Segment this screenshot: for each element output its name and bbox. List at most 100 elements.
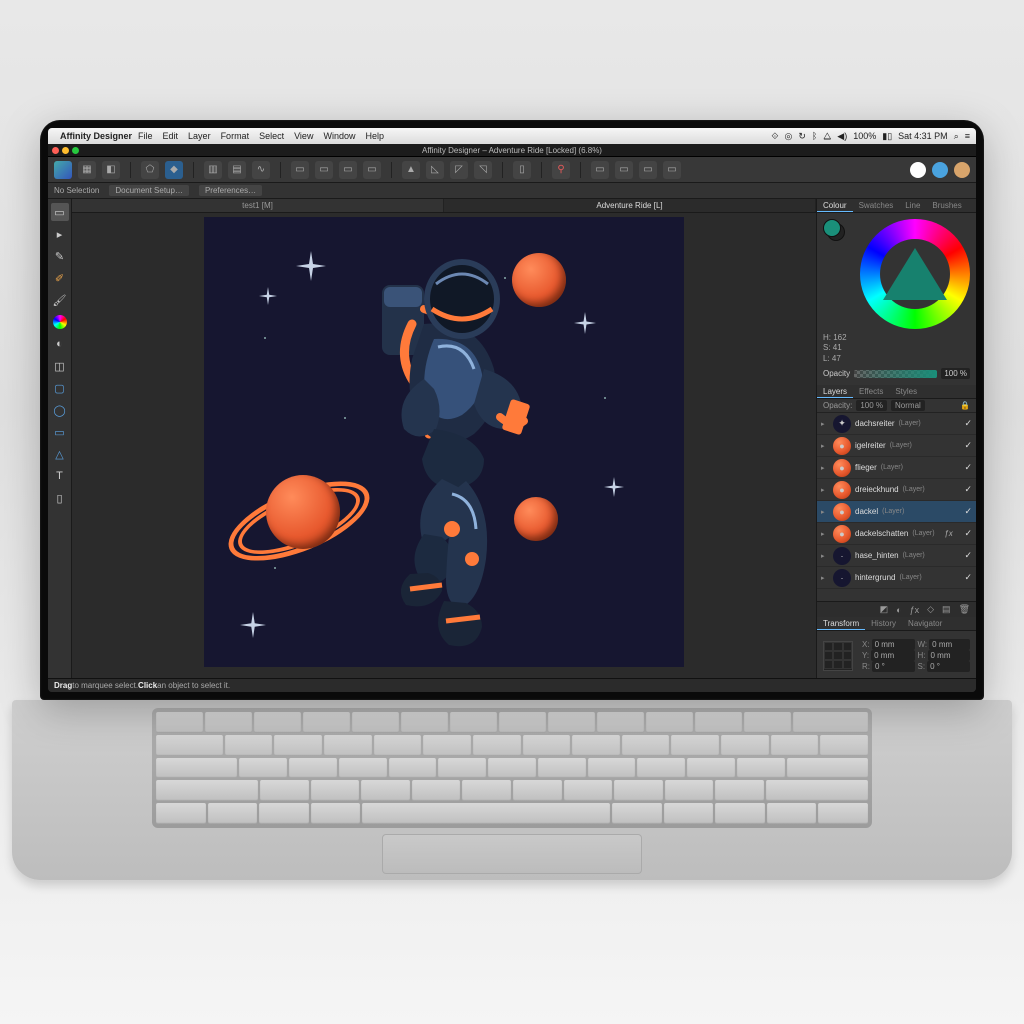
menu-window[interactable]: Window <box>323 131 355 141</box>
rounded-rect-tool[interactable]: ▭ <box>51 423 69 441</box>
snapping-icon[interactable]: ⚲ <box>552 161 570 179</box>
disclose-icon[interactable]: ▸ <box>821 530 829 538</box>
astronaut-artwork[interactable] <box>324 229 574 659</box>
persona-pixel-icon[interactable]: ◧ <box>102 161 120 179</box>
notifications-icon[interactable]: ≡ <box>965 131 970 141</box>
artboard-tool[interactable]: ▸ <box>51 225 69 243</box>
view-mode-3-icon[interactable] <box>954 162 970 178</box>
delete-layer-icon[interactable]: 🗑 <box>959 604 970 615</box>
arrange-2-icon[interactable]: ▭ <box>315 161 333 179</box>
boolean-add-icon[interactable]: ▲ <box>402 161 420 179</box>
frame-text-tool[interactable]: ▯ <box>51 489 69 507</box>
view-mode-2-icon[interactable] <box>932 162 948 178</box>
transform-h[interactable]: 0 mm <box>928 650 971 661</box>
boolean-xor-icon[interactable]: ◹ <box>474 161 492 179</box>
transform-s[interactable]: 0 ° <box>927 661 970 672</box>
tab-effects[interactable]: Effects <box>853 385 889 398</box>
menu-format[interactable]: Format <box>221 131 250 141</box>
transform-w[interactable]: 0 mm <box>929 639 970 650</box>
layer-visibility-check[interactable]: ✓ <box>964 528 972 539</box>
menu-select[interactable]: Select <box>259 131 284 141</box>
fx-icon[interactable]: ƒx <box>910 605 920 615</box>
app-menu[interactable]: Affinity Designer <box>60 131 132 141</box>
colour-wheel[interactable] <box>860 219 970 329</box>
layer-opacity-field[interactable]: 100 % <box>856 400 887 411</box>
layer-row[interactable]: ▸●dackelschatten (Layer)ƒx✓ <box>817 523 976 545</box>
disclose-icon[interactable]: ▸ <box>821 420 829 428</box>
disclose-icon[interactable]: ▸ <box>821 464 829 472</box>
layer-row[interactable]: ▸●igelreiter (Layer)✓ <box>817 435 976 457</box>
tab-layers[interactable]: Layers <box>817 385 853 398</box>
move-tool[interactable]: ▭ <box>51 203 69 221</box>
layer-row[interactable]: ▸·hintergrund (Layer)✓ <box>817 567 976 589</box>
order-backward-icon[interactable]: ▭ <box>615 161 633 179</box>
menu-layer[interactable]: Layer <box>188 131 211 141</box>
add-layer-icon[interactable]: ▤ <box>942 604 951 615</box>
tab-line[interactable]: Line <box>899 199 926 212</box>
tag-icon[interactable]: ◇ <box>927 604 934 615</box>
battery-percent[interactable]: 100% <box>853 131 876 141</box>
spotlight-icon[interactable]: ⌕ <box>954 131 959 142</box>
fill-stroke-swatch[interactable] <box>823 219 845 241</box>
layer-visibility-check[interactable]: ✓ <box>964 506 972 517</box>
close-window-button[interactable] <box>52 147 59 154</box>
sync-icon[interactable]: ↻ <box>798 131 806 142</box>
tab-styles[interactable]: Styles <box>889 385 923 398</box>
tab-swatches[interactable]: Swatches <box>853 199 900 212</box>
layer-row[interactable]: ▸✦dachsreiter (Layer)✓ <box>817 413 976 435</box>
layer-visibility-check[interactable]: ✓ <box>964 462 972 473</box>
pen-tool[interactable]: ✎ <box>51 247 69 265</box>
menu-view[interactable]: View <box>294 131 313 141</box>
layer-visibility-check[interactable]: ✓ <box>964 484 972 495</box>
order-back-icon[interactable]: ▭ <box>591 161 609 179</box>
artboard[interactable] <box>204 217 684 667</box>
lock-icon[interactable]: 🔒 <box>960 401 970 410</box>
layer-row[interactable]: ▸●flieger (Layer)✓ <box>817 457 976 479</box>
tab-brushes[interactable]: Brushes <box>926 199 967 212</box>
arrange-1-icon[interactable]: ▭ <box>291 161 309 179</box>
text-tool[interactable]: T <box>51 467 69 485</box>
layer-row[interactable]: ▸·hase_hinten (Layer)✓ <box>817 545 976 567</box>
order-front-icon[interactable]: ▭ <box>663 161 681 179</box>
disclose-icon[interactable]: ▸ <box>821 486 829 494</box>
rectangle-tool[interactable]: ▢ <box>51 379 69 397</box>
opacity-value[interactable]: 100 % <box>941 368 970 379</box>
opacity-slider[interactable] <box>854 370 937 378</box>
layer-visibility-check[interactable]: ✓ <box>964 418 972 429</box>
disclose-icon[interactable]: ▸ <box>821 508 829 516</box>
pencil-tool[interactable]: ✐ <box>51 269 69 287</box>
disclose-icon[interactable]: ▸ <box>821 552 829 560</box>
align-left-icon[interactable]: ▥ <box>204 161 222 179</box>
shape-pentagon-icon[interactable]: ⬠ <box>141 161 159 179</box>
document-setup-button[interactable]: Document Setup… <box>109 185 189 196</box>
order-forward-icon[interactable]: ▭ <box>639 161 657 179</box>
menu-edit[interactable]: Edit <box>163 131 179 141</box>
fill-tool[interactable] <box>51 313 69 331</box>
minimize-window-button[interactable] <box>62 147 69 154</box>
layer-visibility-check[interactable]: ✓ <box>964 550 972 561</box>
view-mode-1-icon[interactable] <box>910 162 926 178</box>
crop-tool[interactable]: ◫ <box>51 357 69 375</box>
preferences-button[interactable]: Preferences… <box>199 185 262 196</box>
zoom-window-button[interactable] <box>72 147 79 154</box>
adjustment-icon[interactable]: ◐ <box>896 605 901 615</box>
blend-mode-dropdown[interactable]: Normal <box>891 400 925 411</box>
boolean-intersect-icon[interactable]: ◸ <box>450 161 468 179</box>
disclose-icon[interactable]: ▸ <box>821 574 829 582</box>
tab-colour[interactable]: Colour <box>817 199 853 212</box>
disclose-icon[interactable]: ▸ <box>821 442 829 450</box>
spline-icon[interactable]: ∿ <box>252 161 270 179</box>
distribute-icon[interactable]: ▯ <box>513 161 531 179</box>
colour-triangle[interactable] <box>883 248 947 300</box>
ellipse-tool[interactable]: ◯ <box>51 401 69 419</box>
bluetooth-icon[interactable]: ᛒ <box>812 131 817 141</box>
viewport[interactable] <box>72 213 816 678</box>
boolean-subtract-icon[interactable]: ◺ <box>426 161 444 179</box>
tab-transform[interactable]: Transform <box>817 617 865 630</box>
brush-tool[interactable]: 🖌 <box>51 291 69 309</box>
transform-x[interactable]: 0 mm <box>872 639 915 650</box>
layer-row[interactable]: ▸●dreieckhund (Layer)✓ <box>817 479 976 501</box>
layer-row[interactable]: ▸●dackel (Layer)✓ <box>817 501 976 523</box>
layer-fx-icon[interactable]: ƒx <box>944 529 952 538</box>
menu-file[interactable]: File <box>138 131 153 141</box>
